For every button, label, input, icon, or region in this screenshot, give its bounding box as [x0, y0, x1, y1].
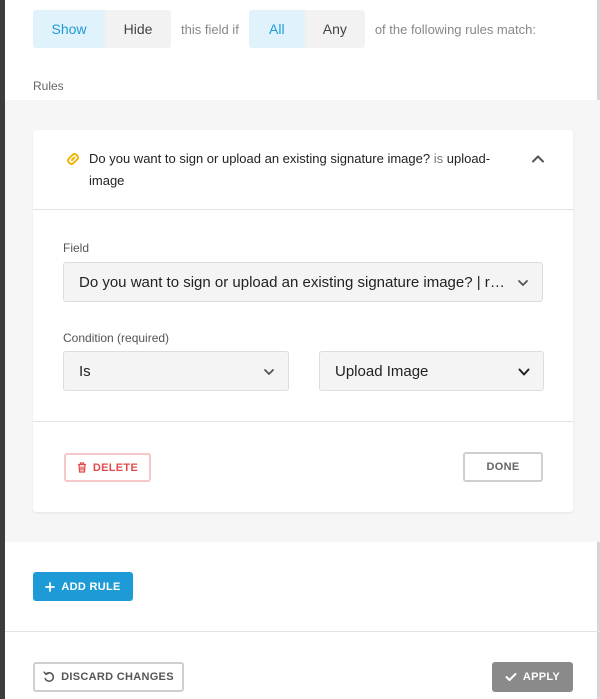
chevron-down-icon: [264, 369, 274, 375]
field-select[interactable]: Do you want to sign or upload an existin…: [63, 262, 543, 302]
condition-operator-select[interactable]: Is: [63, 351, 289, 391]
show-toggle[interactable]: Show: [33, 10, 105, 48]
apply-button[interactable]: APPLY: [492, 662, 573, 692]
condition-value-text: Upload Image: [335, 362, 429, 380]
delete-rule-button[interactable]: DELETE: [64, 453, 151, 482]
plus-icon: [45, 581, 56, 592]
trash-icon: [77, 462, 86, 473]
match-all-toggle[interactable]: All: [248, 10, 305, 48]
match-any-toggle[interactable]: Any: [304, 10, 365, 48]
rule-summary-field: Do you want to sign or upload an existin…: [89, 151, 431, 166]
condition-value-select[interactable]: Upload Image: [319, 351, 544, 391]
check-icon: [505, 673, 517, 681]
undo-icon: [43, 671, 55, 682]
visibility-connector-text: this field if: [181, 21, 239, 37]
field-label: Field: [63, 241, 90, 255]
link-icon: [67, 153, 79, 165]
done-button[interactable]: DONE: [463, 452, 543, 482]
add-rule-label: ADD RULE: [61, 580, 121, 593]
footer-divider: [5, 631, 600, 632]
visibility-suffix-text: of the following rules match:: [374, 21, 536, 37]
field-select-value: Do you want to sign or upload an existin…: [79, 273, 531, 291]
rule-summary-operator: is: [433, 151, 444, 166]
rule-summary: Do you want to sign or upload an existin…: [89, 148, 509, 192]
rule-header[interactable]: Do you want to sign or upload an existin…: [33, 130, 573, 210]
chevron-down-icon: [518, 368, 530, 376]
visibility-row: Show Hide this field if All Any of the f…: [33, 10, 536, 48]
delete-label: DELETE: [92, 461, 139, 474]
condition-operator-value: Is: [79, 362, 91, 380]
discard-label: DISCARD CHANGES: [61, 671, 174, 683]
rule-card: Do you want to sign or upload an existin…: [33, 130, 573, 512]
chevron-down-icon: [518, 280, 528, 286]
add-rule-button[interactable]: ADD RULE: [33, 572, 133, 601]
actions-divider: [33, 421, 573, 422]
apply-label: APPLY: [522, 671, 561, 683]
rules-heading: Rules: [33, 79, 64, 93]
hide-toggle[interactable]: Hide: [105, 10, 171, 48]
discard-changes-button[interactable]: DISCARD CHANGES: [33, 662, 184, 692]
chevron-up-icon[interactable]: [531, 152, 545, 166]
condition-label: Condition (required): [63, 331, 170, 345]
